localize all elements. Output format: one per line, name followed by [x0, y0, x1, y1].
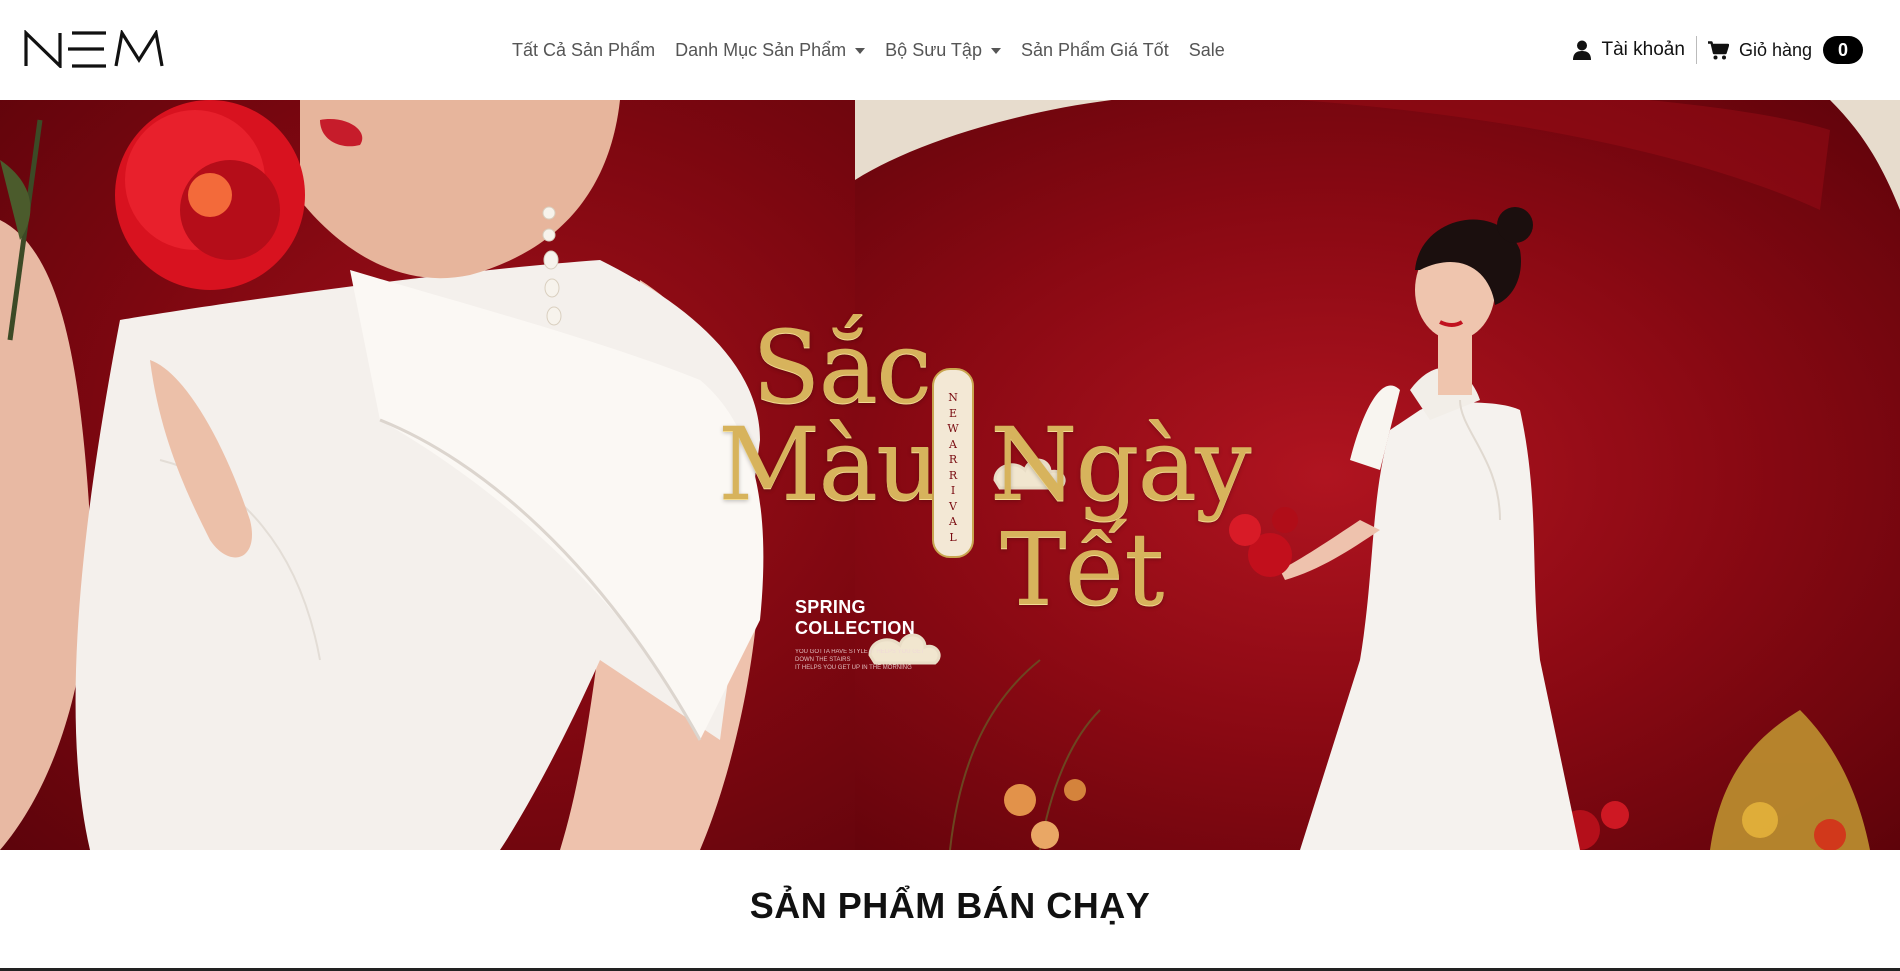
hero-title-word-2: Màu	[718, 406, 940, 523]
main-navigation: Tất Cả Sản Phẩm Danh Mục Sản Phẩm Bộ Sưu…	[512, 36, 1225, 64]
collection-line-2: COLLECTION	[795, 618, 915, 638]
nav-best-price[interactable]: Sản Phẩm Giá Tốt	[1021, 40, 1169, 61]
chevron-down-icon	[855, 48, 866, 54]
hero-title-word-3: Ngày	[990, 406, 1252, 523]
collection-tagline: YOU GOTTA HAVE STYLE IT HELPS YOU GET DO…	[795, 648, 925, 672]
brand-logo[interactable]	[24, 30, 164, 68]
collection-line-1: SPRING	[795, 597, 866, 617]
spring-collection-label: SPRING COLLECTION	[795, 597, 915, 639]
tagline-line-2: DOWN THE STAIRS	[795, 657, 851, 663]
cart-icon	[1707, 40, 1729, 60]
chevron-down-icon	[990, 48, 1001, 54]
account-label: Tài khoản	[1601, 39, 1685, 60]
nem-logo-icon	[24, 30, 164, 68]
nav-sale-label: Sale	[1188, 39, 1225, 60]
cart-link[interactable]: Giỏ hàng 0	[1707, 36, 1863, 64]
hero-title-word-1: Sắc	[752, 309, 932, 426]
nav-product-categories[interactable]: Danh Mục Sản Phẩm	[675, 39, 866, 61]
cart-count-badge: 0	[1823, 36, 1863, 64]
hero-title-word-4: Tết	[1000, 511, 1164, 628]
tagline-line-1: YOU GOTTA HAVE STYLE IT HELPS YOU GET	[795, 649, 925, 655]
site-header: Tất Cả Sản Phẩm Danh Mục Sản Phẩm Bộ Sưu…	[0, 0, 1900, 100]
user-icon	[1573, 40, 1592, 60]
new-arrival-text: NEWARRIVAL	[947, 391, 959, 544]
nav-collections[interactable]: Bộ Sưu Tập	[885, 40, 1001, 61]
tagline-line-3: IT HELPS YOU GET UP IN THE MORNING	[795, 665, 912, 671]
nav-all-products[interactable]: Tất Cả Sản Phẩm	[512, 40, 655, 61]
nav-collections-label: Bộ Sưu Tập	[885, 39, 982, 60]
nav-sale[interactable]: Sale	[1189, 40, 1225, 61]
header-actions: Tài khoản Giỏ hàng 0	[1573, 34, 1863, 66]
header-divider	[1695, 36, 1697, 64]
nav-product-categories-label: Danh Mục Sản Phẩm	[675, 39, 847, 60]
account-link[interactable]: Tài khoản	[1573, 39, 1695, 61]
new-arrival-plaque: NEWARRIVAL	[932, 368, 974, 558]
nav-all-products-label: Tất Cả Sản Phẩm	[512, 39, 656, 60]
cart-label: Giỏ hàng	[1738, 39, 1812, 60]
nav-best-price-label: Sản Phẩm Giá Tốt	[1020, 39, 1169, 60]
hero-banner[interactable]: Sắc Màu Ngày Tết NEWARRIVAL SPRING COLLE…	[0, 100, 1900, 850]
best-sellers-heading: SẢN PHẨM BÁN CHẠY	[749, 885, 1151, 926]
